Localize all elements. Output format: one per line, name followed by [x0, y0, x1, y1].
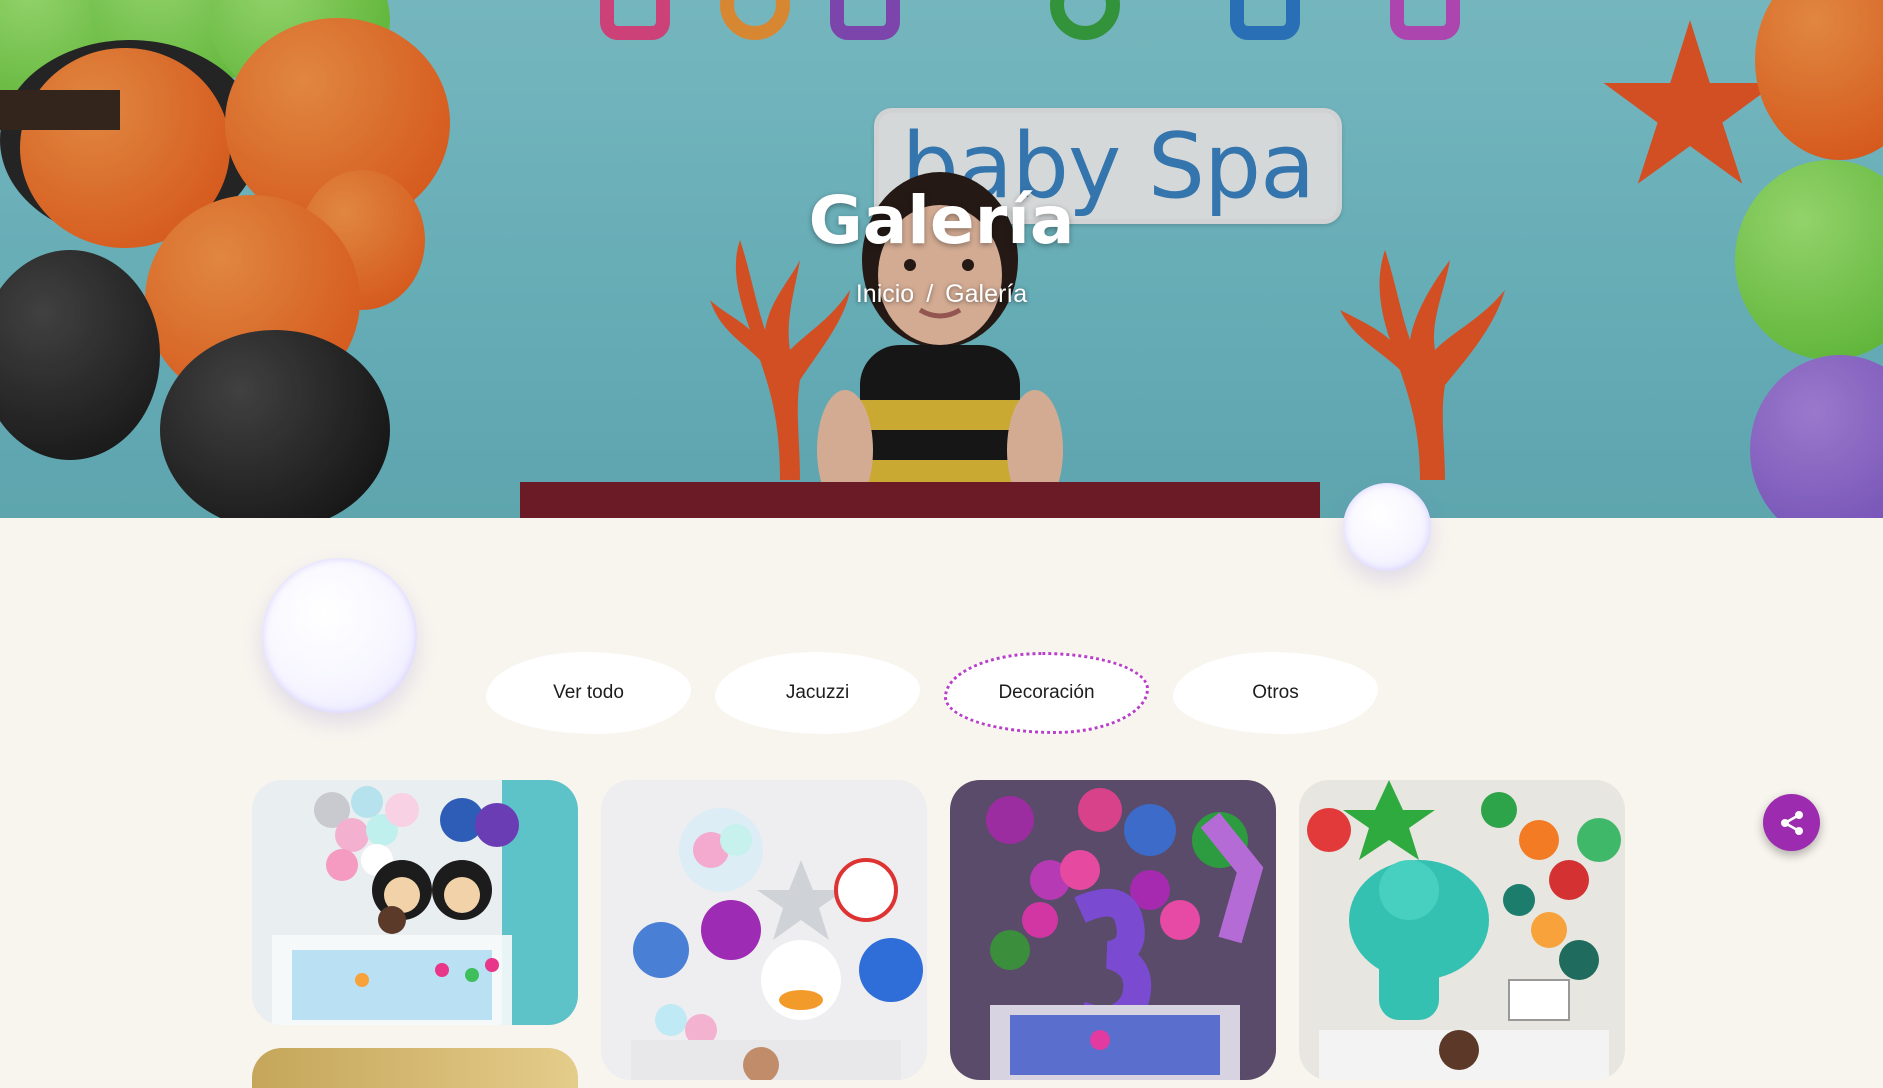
filter-otros[interactable]: Otros [1173, 652, 1378, 734]
gallery-photo-partial[interactable] [252, 1048, 578, 1088]
share-button[interactable] [1763, 794, 1820, 851]
gallery-photo-dinosaur[interactable] [1299, 780, 1625, 1080]
share-icon [1780, 810, 1803, 835]
photo-image [252, 780, 578, 1025]
gallery-grid [252, 780, 1625, 1080]
bubble-decoration [262, 558, 417, 713]
page-title: Galería [808, 182, 1075, 259]
bubble-decoration [1343, 483, 1431, 571]
gallery-photo-donald-balloons[interactable] [601, 780, 927, 1080]
filter-decoracion[interactable]: Decoración [944, 652, 1149, 734]
photo-image [1299, 780, 1625, 1080]
filter-jacuzzi[interactable]: Jacuzzi [715, 652, 920, 734]
gallery-filters: Ver todo Jacuzzi Decoración Otros [486, 652, 1378, 734]
photo-image [601, 780, 927, 1080]
photo-image [950, 780, 1276, 1080]
breadcrumb-home-link[interactable]: Inicio [856, 280, 914, 308]
hero-overlay [0, 0, 1883, 518]
breadcrumb-current: Galería [945, 280, 1028, 308]
breadcrumb-separator: / [926, 280, 934, 308]
gallery-photo-mickey-balloons[interactable] [252, 780, 578, 1025]
filter-ver-todo[interactable]: Ver todo [486, 652, 691, 734]
breadcrumb: Inicio / Galería [0, 280, 1883, 309]
hero-banner: baby Spa Galería Inicio / Galería [0, 0, 1883, 518]
gallery-photo-number-three[interactable] [950, 780, 1276, 1080]
